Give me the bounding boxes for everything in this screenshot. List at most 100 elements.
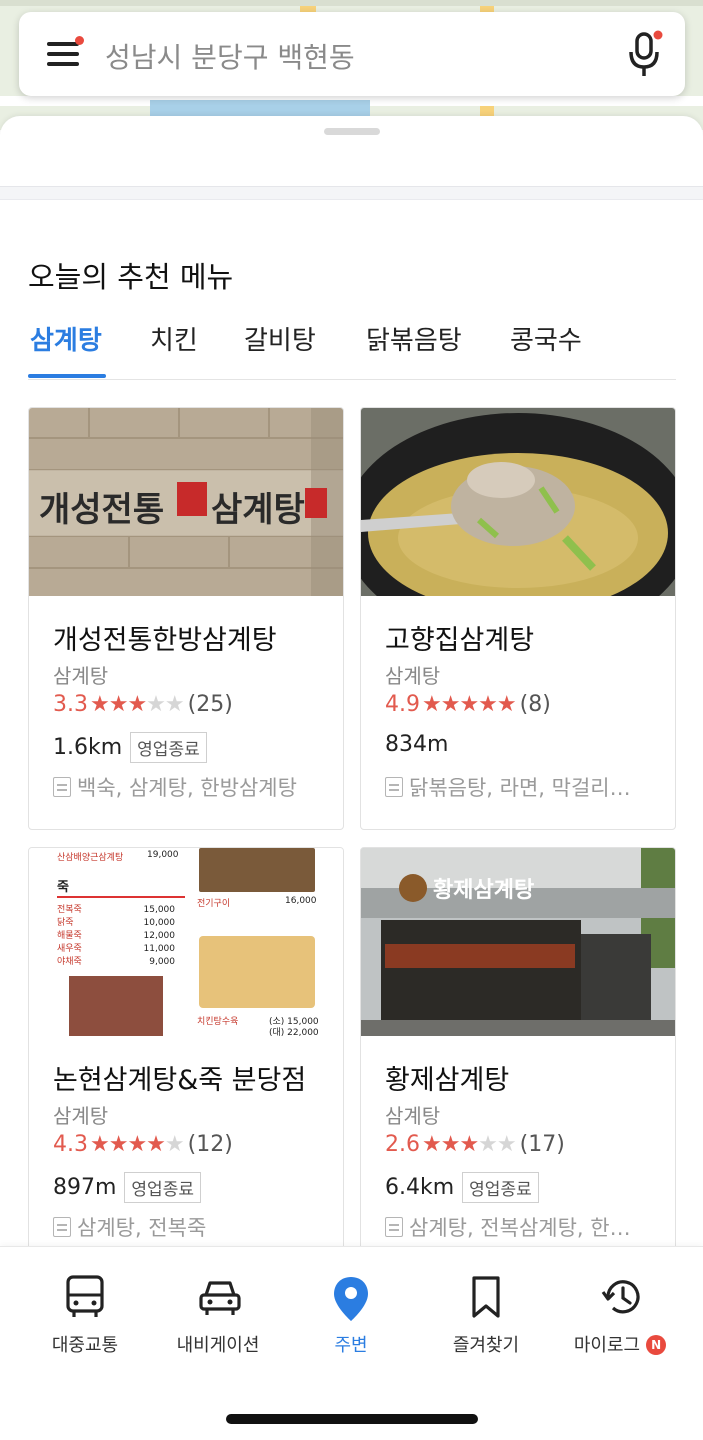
nav-item-transit[interactable]: 대중교통: [15, 1247, 155, 1367]
menu-icon: [53, 777, 71, 797]
menu-icon: [385, 777, 403, 797]
distance: 6.4km 영업종료: [385, 1172, 539, 1203]
menu-board-list: 전복죽 15,000 닭죽 10,000 해물죽 12,000 새우죽 11,000 야…: [57, 905, 175, 967]
restaurant-card[interactable]: 황제삼계탕 황제삼계탕 삼계탕 2.6 ★★★★★ (17) 6.4km 영업종…: [360, 847, 676, 1256]
restaurant-category: 삼계탕: [385, 1104, 441, 1128]
review-count: (25): [187, 692, 233, 717]
sheet-drag-handle[interactable]: [324, 128, 380, 135]
microphone-icon: [629, 30, 663, 76]
distance-value: 834m: [385, 732, 449, 757]
food-photo: [69, 976, 163, 1036]
review-count: (17): [519, 1132, 565, 1157]
menu-icon: [385, 1217, 403, 1237]
menu-board-price: 19,000: [147, 850, 179, 860]
search-input[interactable]: 성남시 분당구 백현동: [105, 36, 355, 76]
nav-item-navigation[interactable]: 내비게이션: [148, 1247, 288, 1367]
restaurant-name[interactable]: 개성전통한방삼계탕: [53, 618, 277, 657]
status-badge: 영업종료: [130, 732, 207, 763]
menu-summary: 백숙, 삼계탕, 한방삼계탕: [53, 772, 297, 802]
menu-text: 백숙, 삼계탕, 한방삼계탕: [77, 776, 297, 800]
bottom-sheet: 오늘의 추천 메뉴 삼계탕 치킨 갈비탕 닭볶음탕 콩국수 개성전통 삼계탕 개…: [0, 116, 703, 1256]
distance-value: 6.4km: [385, 1175, 455, 1200]
restaurant-card[interactable]: 고향집삼계탕 삼계탕 4.9 ★★★★★ (8) 834m 닭볶음탕, 라면, …: [360, 407, 676, 830]
restaurant-category: 삼계탕: [53, 1104, 109, 1128]
rating: 4.9 ★★★★★ (8): [385, 692, 551, 717]
restaurant-category: 삼계탕: [53, 664, 109, 688]
restaurant-photo: 개성전통 삼계탕: [29, 408, 343, 596]
nav-item-mylog[interactable]: 마이로그 N: [550, 1247, 690, 1367]
car-icon: [199, 1281, 241, 1315]
tab-kongguksu[interactable]: 콩국수: [510, 320, 582, 357]
status-badge: 영업종료: [462, 1172, 539, 1203]
distance-value: 897m: [53, 1175, 117, 1200]
menu-board-price: (대) 22,000: [269, 1028, 319, 1036]
bottom-navigation: 대중교통 내비게이션 주변 즐겨찾기 마이로그 N: [0, 1246, 703, 1440]
menu-icon: [53, 1217, 71, 1237]
sign-text: 황제삼계탕: [433, 878, 535, 903]
star-rating-icon: ★★★★★: [90, 1132, 185, 1157]
restaurant-photo: 황제삼계탕: [361, 848, 675, 1036]
nav-label: 내비게이션: [176, 1335, 260, 1356]
history-icon: [601, 1280, 640, 1314]
menu-board-item: 치킨탕수육: [197, 1017, 239, 1027]
distance-value: 1.6km: [53, 735, 123, 760]
food-photo: [199, 848, 315, 892]
review-count: (12): [187, 1132, 233, 1157]
menu-summary: 삼계탕, 전복삼계탕, 한…: [385, 1212, 631, 1242]
status-badge: 영업종료: [124, 1172, 201, 1203]
star-rating-icon: ★★★★★: [422, 1132, 517, 1157]
menu-board-item: 전기구이: [197, 899, 231, 909]
restaurant-card[interactable]: 개성전통 삼계탕 개성전통한방삼계탕 삼계탕 3.3 ★★★★★ (25) 1.…: [28, 407, 344, 830]
rating-score: 3.3: [53, 692, 88, 717]
sign-text: 삼계탕: [211, 490, 305, 530]
restaurant-name[interactable]: 황제삼계탕: [385, 1058, 509, 1097]
star-rating-icon: ★★★★★: [90, 692, 185, 717]
menu-text: 닭볶음탕, 라면, 막걸리…: [409, 776, 631, 800]
restaurant-name[interactable]: 고향집삼계탕: [385, 618, 534, 657]
search-bar[interactable]: 성남시 분당구 백현동: [19, 12, 685, 96]
nav-item-nearby[interactable]: 주변: [281, 1247, 421, 1367]
menu-board-heading: 죽: [57, 880, 69, 895]
menu-tabs: 삼계탕 치킨 갈비탕 닭볶음탕 콩국수: [28, 316, 676, 380]
home-indicator[interactable]: [226, 1414, 478, 1424]
nav-label: 즐겨찾기: [452, 1335, 520, 1356]
distance: 1.6km 영업종료: [53, 732, 207, 763]
bookmark-icon: [472, 1276, 500, 1318]
tab-samgyetang[interactable]: 삼계탕: [30, 320, 102, 357]
tab-galbitang[interactable]: 갈비탕: [244, 320, 316, 357]
bus-icon: [66, 1275, 104, 1317]
menu-summary: 삼계탕, 전복죽: [53, 1212, 206, 1242]
restaurant-name[interactable]: 논현삼계탕&죽 분당점: [53, 1058, 306, 1097]
menu-summary: 닭볶음탕, 라면, 막걸리…: [385, 772, 631, 802]
notification-dot: [75, 36, 84, 45]
menu-text: 삼계탕, 전복삼계탕, 한…: [409, 1216, 631, 1240]
rating-score: 4.9: [385, 692, 420, 717]
active-tab-indicator: [28, 374, 106, 378]
location-pin-icon: [334, 1277, 368, 1321]
restaurant-photo: [361, 408, 675, 596]
restaurant-photo: 산삼배양근삼계탕 19,000 죽 전복죽 15,000 닭죽 10,000 해물죽…: [29, 848, 343, 1036]
restaurant-category: 삼계탕: [385, 664, 441, 688]
distance: 834m: [385, 732, 448, 757]
microphone-button[interactable]: [625, 30, 665, 80]
nav-label: 마이로그 N: [550, 1331, 690, 1357]
food-photo: [199, 936, 315, 1008]
rating: 4.3 ★★★★★ (12): [53, 1132, 233, 1157]
rating: 2.6 ★★★★★ (17): [385, 1132, 565, 1157]
menu-board-price: 16,000: [285, 896, 317, 906]
tab-dakbokkeumtang[interactable]: 닭볶음탕: [366, 320, 462, 357]
menu-button[interactable]: [45, 36, 84, 70]
menu-text: 삼계탕, 전복죽: [77, 1216, 207, 1240]
rating-score: 2.6: [385, 1132, 420, 1157]
rating: 3.3 ★★★★★ (25): [53, 692, 233, 717]
distance: 897m 영업종료: [53, 1172, 201, 1203]
nav-label-text: 마이로그: [573, 1335, 641, 1356]
menu-board-item: 산삼배양근삼계탕: [57, 853, 124, 863]
review-count: (8): [519, 692, 551, 717]
restaurant-card[interactable]: 산삼배양근삼계탕 19,000 죽 전복죽 15,000 닭죽 10,000 해물죽…: [28, 847, 344, 1256]
rating-score: 4.3: [53, 1132, 88, 1157]
nav-item-favorites[interactable]: 즐겨찾기: [416, 1247, 556, 1367]
tab-chicken[interactable]: 치킨: [150, 320, 198, 357]
nav-label: 대중교통: [51, 1335, 119, 1356]
nav-label: 주변: [334, 1335, 368, 1356]
